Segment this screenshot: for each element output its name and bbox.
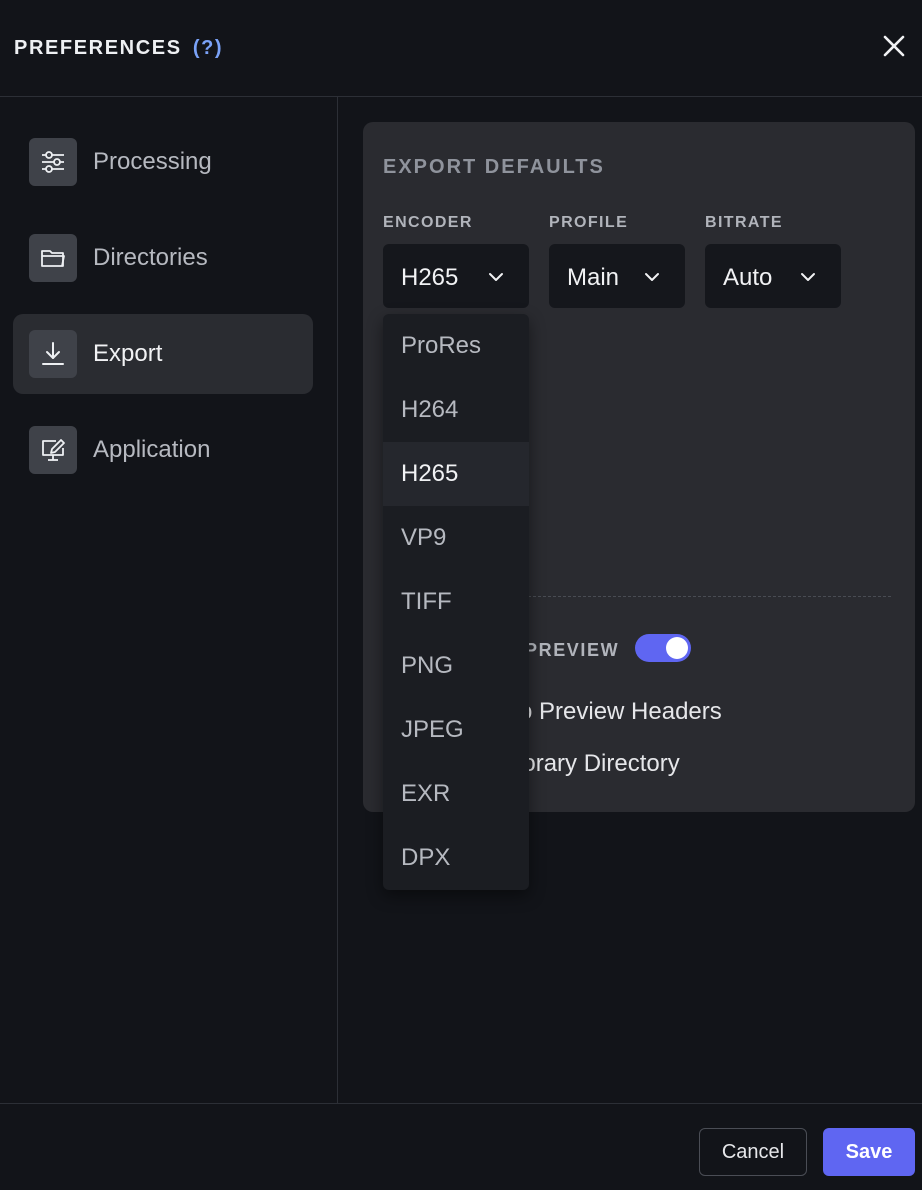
dialog-footer: Cancel Save bbox=[0, 1103, 922, 1190]
encoder-value: H265 bbox=[401, 264, 459, 291]
sidebar-item-label: Application bbox=[93, 436, 211, 463]
title-text: PREFERENCES bbox=[14, 37, 182, 59]
bitrate-label: BITRATE bbox=[705, 214, 783, 231]
dropdown-option-dpx[interactable]: DPX bbox=[383, 826, 529, 890]
profile-value: Main bbox=[567, 264, 620, 291]
sidebar-item-processing[interactable]: Processing bbox=[13, 122, 313, 202]
sidebar-item-export[interactable]: Export bbox=[13, 314, 313, 394]
dropdown-option-png[interactable]: PNG bbox=[383, 634, 529, 698]
sidebar-item-application[interactable]: Application bbox=[13, 410, 313, 490]
profile-select[interactable]: Main bbox=[549, 244, 685, 308]
sidebar-item-directories[interactable]: Directories bbox=[13, 218, 313, 298]
sidebar-item-label: Processing bbox=[93, 148, 212, 175]
download-icon bbox=[29, 330, 77, 378]
toggle-knob bbox=[666, 637, 688, 659]
folder-icon bbox=[29, 234, 77, 282]
preview-toggle[interactable] bbox=[635, 634, 691, 662]
encoder-select[interactable]: H265 bbox=[383, 244, 529, 308]
sidebar: Processing Directories Export Applicatio… bbox=[0, 97, 338, 1103]
dialog-title: PREFERENCES (?) bbox=[14, 37, 223, 60]
dropdown-option-vp9[interactable]: VP9 bbox=[383, 506, 529, 570]
chevron-down-icon bbox=[643, 270, 661, 282]
dropdown-option-tiff[interactable]: TIFF bbox=[383, 570, 529, 634]
cancel-button[interactable]: Cancel bbox=[699, 1128, 807, 1176]
bitrate-select[interactable]: Auto bbox=[705, 244, 841, 308]
dropdown-option-prores[interactable]: ProRes bbox=[383, 314, 529, 378]
close-icon[interactable] bbox=[880, 32, 908, 60]
dropdown-option-h265[interactable]: H265 bbox=[383, 442, 529, 506]
temporary-directory-option[interactable]: porary Directory bbox=[509, 750, 680, 778]
save-button[interactable]: Save bbox=[823, 1128, 915, 1176]
profile-label: PROFILE bbox=[549, 214, 629, 231]
help-link[interactable]: (?) bbox=[193, 37, 223, 59]
monitor-edit-icon bbox=[29, 426, 77, 474]
dropdown-option-h264[interactable]: H264 bbox=[383, 378, 529, 442]
sliders-icon bbox=[29, 138, 77, 186]
encoder-dropdown-menu: ProRes H264 H265 VP9 TIFF PNG JPEG EXR D… bbox=[383, 314, 529, 890]
preview-label: PREVIEW bbox=[525, 640, 620, 660]
dialog-header: PREFERENCES (?) bbox=[0, 0, 922, 97]
dropdown-option-jpeg[interactable]: JPEG bbox=[383, 698, 529, 762]
preview-headers-option[interactable]: o Preview Headers bbox=[519, 698, 722, 726]
section-heading: EXPORT DEFAULTS bbox=[383, 156, 605, 178]
bitrate-value: Auto bbox=[723, 264, 773, 291]
sidebar-item-label: Directories bbox=[93, 244, 208, 271]
chevron-down-icon bbox=[487, 270, 505, 282]
dropdown-option-exr[interactable]: EXR bbox=[383, 762, 529, 826]
chevron-down-icon bbox=[799, 270, 817, 282]
sidebar-item-label: Export bbox=[93, 340, 163, 367]
encoder-label: ENCODER bbox=[383, 214, 473, 231]
